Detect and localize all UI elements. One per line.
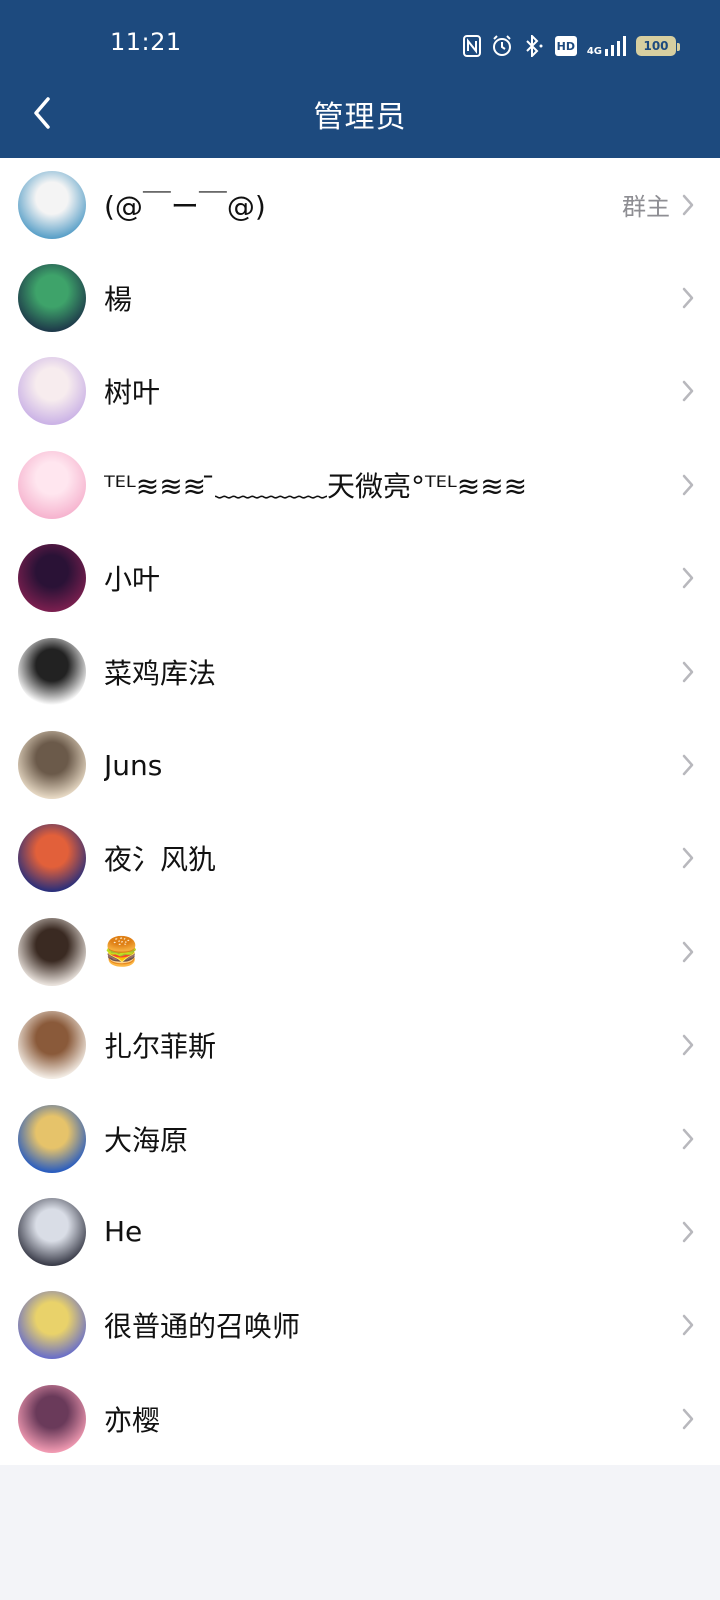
top-app-bar: 11:21 HD 4G 100 管理员 [0, 0, 720, 158]
list-item[interactable]: 菜鸡库法 [0, 625, 720, 718]
chevron-right-icon [678, 1404, 698, 1434]
member-name: 楊 [104, 283, 133, 317]
list-item[interactable]: ᵀᴱᴸ≋≋≋ ̄﹏﹏﹏﹏天微亮°ᵀᴱᴸ≋≋≋ [0, 438, 720, 531]
chevron-right-icon [678, 1310, 698, 1340]
list-item[interactable]: He [0, 1185, 720, 1278]
member-name: (@￣ー￣@) [104, 189, 266, 223]
battery-level: 100 [643, 39, 669, 53]
bluetooth-icon [523, 35, 545, 57]
member-name: Juns [104, 748, 163, 782]
list-item[interactable]: 小叶 [0, 532, 720, 625]
avatar [18, 544, 86, 613]
avatar [18, 264, 86, 333]
alarm-icon [491, 35, 513, 57]
member-name: ᵀᴱᴸ≋≋≋ ̄﹏﹏﹏﹏天微亮°ᵀᴱᴸ≋≋≋ [104, 469, 528, 503]
avatar [18, 170, 86, 239]
chevron-right-icon [678, 657, 698, 687]
page-title: 管理员 [313, 100, 407, 135]
avatar [18, 1384, 86, 1453]
admin-list: (@￣ー￣@) 群主楊树叶 ᵀᴱᴸ≋≋≋ ̄﹏﹏﹏﹏天微亮°ᵀᴱᴸ≋≋≋ 小叶菜鸡库法… [0, 158, 720, 1466]
list-item[interactable]: 大海原 [0, 1092, 720, 1185]
member-name: 小叶 [104, 563, 161, 597]
member-name: He [104, 1215, 143, 1249]
avatar [18, 1197, 86, 1266]
chevron-right-icon [678, 283, 698, 313]
member-name: 夜氵风犰 [104, 843, 217, 877]
avatar [18, 1291, 86, 1360]
member-name: 亦樱 [104, 1403, 161, 1437]
chevron-right-icon [678, 937, 698, 967]
avatar [18, 1011, 86, 1080]
chevron-right-icon [678, 750, 698, 780]
list-item[interactable]: 扎尔菲斯 [0, 999, 720, 1092]
chevron-right-icon [678, 563, 698, 593]
chevron-right-icon [678, 190, 698, 220]
list-item[interactable]: 楊 [0, 251, 720, 344]
chevron-right-icon [678, 843, 698, 873]
avatar [18, 917, 86, 986]
list-item[interactable]: 树叶 [0, 345, 720, 438]
member-name: 很普通的召唤师 [104, 1310, 301, 1344]
status-time: 11:21 [110, 28, 182, 56]
chevron-right-icon [678, 1124, 698, 1154]
network-type: 4G [586, 46, 602, 57]
chevron-right-icon [678, 1217, 698, 1247]
avatar [18, 637, 86, 706]
signal-icon: 4G [587, 35, 626, 57]
hd-icon: HD [554, 36, 577, 56]
member-name: 菜鸡库法 [104, 656, 217, 690]
avatar [18, 1104, 86, 1173]
avatar [18, 357, 86, 426]
avatar [18, 450, 86, 519]
avatar [18, 824, 86, 893]
member-name: 扎尔菲斯 [104, 1030, 217, 1064]
avatar [18, 731, 86, 800]
chevron-right-icon [678, 470, 698, 500]
nfc-icon [462, 35, 481, 57]
chevron-right-icon [678, 1030, 698, 1060]
member-name: 大海原 [104, 1123, 189, 1157]
role-badge: 群主 [622, 193, 670, 222]
list-item[interactable]: Juns [0, 718, 720, 811]
member-name: 🍔 [104, 935, 139, 969]
list-item[interactable]: 很普通的召唤师 [0, 1279, 720, 1372]
list-item[interactable]: (@￣ー￣@) 群主 [0, 158, 720, 251]
battery-icon: 100 [636, 36, 680, 56]
status-icons: HD 4G 100 [462, 32, 680, 60]
member-name: 树叶 [104, 376, 161, 410]
list-item[interactable]: 亦樱 [0, 1372, 720, 1465]
list-item[interactable]: 夜氵风犰 [0, 812, 720, 905]
chevron-right-icon [678, 376, 698, 406]
list-item[interactable]: 🍔 [0, 905, 720, 998]
